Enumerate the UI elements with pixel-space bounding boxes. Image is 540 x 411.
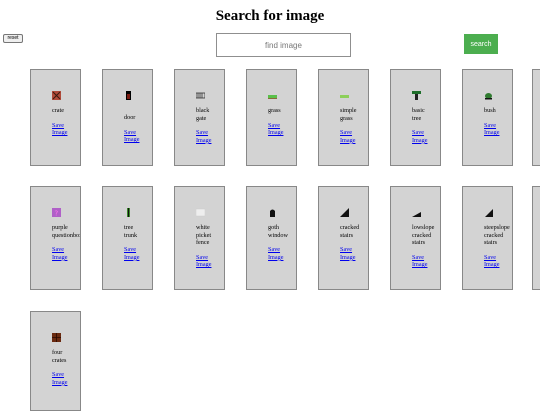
save-image-link[interactable]: Save Image [412, 254, 440, 269]
window-icon [270, 209, 275, 217]
search-input[interactable]: find image [216, 33, 351, 57]
card-title: bush [484, 107, 496, 114]
grass-icon [268, 95, 277, 99]
card-title: four crates [52, 349, 67, 364]
save-image-link[interactable]: Save Image [196, 254, 224, 269]
image-card: four crates Save Image [30, 311, 81, 411]
save-image-link[interactable]: Save Image [52, 122, 80, 137]
card-title: basic tree [412, 107, 425, 122]
card-title: goth window [268, 224, 288, 239]
card-title: tree trunk [124, 224, 138, 239]
four-crates-icon [52, 333, 61, 342]
image-card: tree trunk Save Image [102, 186, 153, 290]
steepslope-stairs-icon [485, 209, 493, 217]
crate-icon [52, 91, 61, 100]
image-card: lowslope cracked stairs Save Image [390, 186, 441, 290]
save-image-link[interactable]: Save Image [340, 246, 368, 261]
card-title: white picket fence [196, 224, 212, 247]
card-title: simple grass [340, 107, 357, 122]
image-card: goth window Save Image [246, 186, 297, 290]
save-image-link[interactable]: Save Image [124, 246, 152, 261]
save-image-link[interactable]: Save Image [124, 129, 152, 144]
image-card: black gate Save Image [174, 69, 225, 166]
page-title: Search for image [215, 8, 325, 24]
bush-icon [485, 93, 492, 100]
save-image-link[interactable]: Save Image [268, 246, 296, 261]
image-card-partial [532, 186, 540, 290]
lowslope-stairs-icon [412, 212, 421, 217]
image-card: crate Save Image [30, 69, 81, 166]
image-card-partial [532, 69, 540, 166]
save-image-link[interactable]: Save Image [52, 371, 80, 386]
image-card: white picket fence Save Image [174, 186, 225, 290]
image-card: grass Save Image [246, 69, 297, 166]
stairs-icon [340, 208, 349, 217]
save-image-link[interactable]: Save Image [484, 254, 512, 269]
card-title: cracked stairs [340, 224, 360, 239]
image-card: simple grass Save Image [318, 69, 369, 166]
reset-button[interactable]: reset [3, 34, 23, 43]
card-title: crate [52, 107, 65, 114]
simple-grass-icon [340, 95, 349, 98]
svg-text:?: ? [55, 210, 59, 218]
image-card: door Save Image [102, 69, 153, 166]
save-image-link[interactable]: Save Image [412, 129, 440, 144]
image-card: cracked stairs Save Image [318, 186, 369, 290]
card-title: purple questionbox [52, 224, 81, 239]
image-card: ? purple questionbox Save Image [30, 186, 81, 290]
card-title: door [124, 114, 136, 121]
image-card: basic tree Save Image [390, 69, 441, 166]
image-card: bush Save Image [462, 69, 513, 166]
save-image-link[interactable]: Save Image [340, 129, 368, 144]
save-image-link[interactable]: Save Image [268, 122, 296, 137]
card-title: lowslope cracked stairs [412, 224, 435, 247]
card-title: grass [268, 107, 281, 114]
card-title: black gate [196, 107, 210, 122]
tree-icon [412, 91, 421, 100]
questionbox-icon: ? [52, 208, 61, 217]
card-title: steepslope cracked stairs [484, 224, 510, 247]
save-image-link[interactable]: Save Image [484, 122, 512, 137]
image-card: steepslope cracked stairs Save Image [462, 186, 513, 290]
door-icon [126, 91, 131, 100]
save-image-link[interactable]: Save Image [52, 246, 80, 261]
fence-icon [196, 208, 205, 217]
gate-icon [196, 92, 205, 99]
save-image-link[interactable]: Save Image [196, 129, 224, 144]
search-button[interactable]: search [464, 34, 498, 54]
trunk-icon [127, 208, 130, 217]
